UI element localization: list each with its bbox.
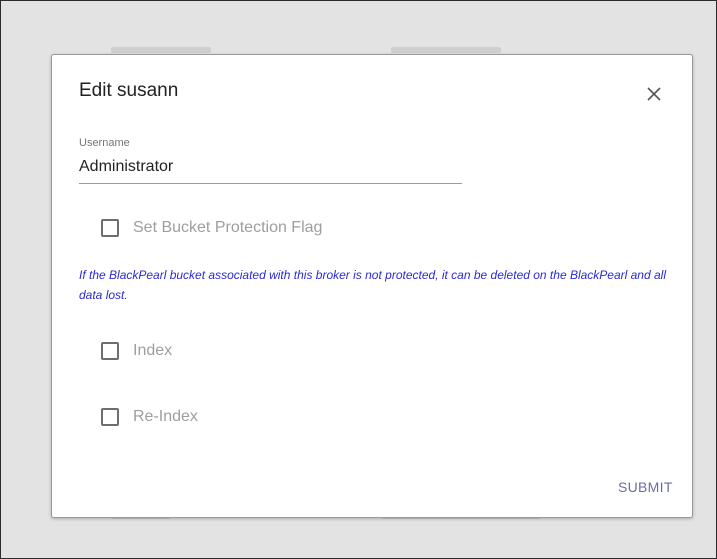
username-input[interactable] bbox=[79, 155, 462, 184]
checkbox-box[interactable] bbox=[101, 219, 119, 237]
close-icon bbox=[647, 87, 661, 101]
submit-button[interactable]: SUBMIT bbox=[618, 479, 673, 495]
checkbox-box[interactable] bbox=[101, 342, 119, 360]
username-field: Username bbox=[79, 137, 462, 184]
bucket-warning-text: If the BlackPearl bucket associated with… bbox=[79, 268, 666, 302]
app-backdrop: Edit susann Username Set Bucket Protecti… bbox=[0, 0, 717, 559]
edit-broker-dialog: Edit susann Username Set Bucket Protecti… bbox=[51, 54, 693, 518]
close-button[interactable] bbox=[640, 79, 668, 107]
backdrop-text bbox=[111, 47, 211, 53]
bucket-protection-checkbox[interactable]: Set Bucket Protection Flag bbox=[101, 219, 322, 237]
backdrop-text bbox=[391, 47, 501, 53]
index-label: Index bbox=[133, 342, 173, 359]
index-checkbox[interactable]: Index bbox=[101, 342, 172, 360]
bucket-protection-label: Set Bucket Protection Flag bbox=[133, 219, 323, 236]
dialog-title: Edit susann bbox=[79, 80, 179, 101]
reindex-checkbox[interactable]: Re-Index bbox=[101, 408, 198, 426]
reindex-label: Re-Index bbox=[133, 408, 198, 425]
username-label: Username bbox=[79, 137, 130, 149]
checkbox-box[interactable] bbox=[101, 408, 119, 426]
